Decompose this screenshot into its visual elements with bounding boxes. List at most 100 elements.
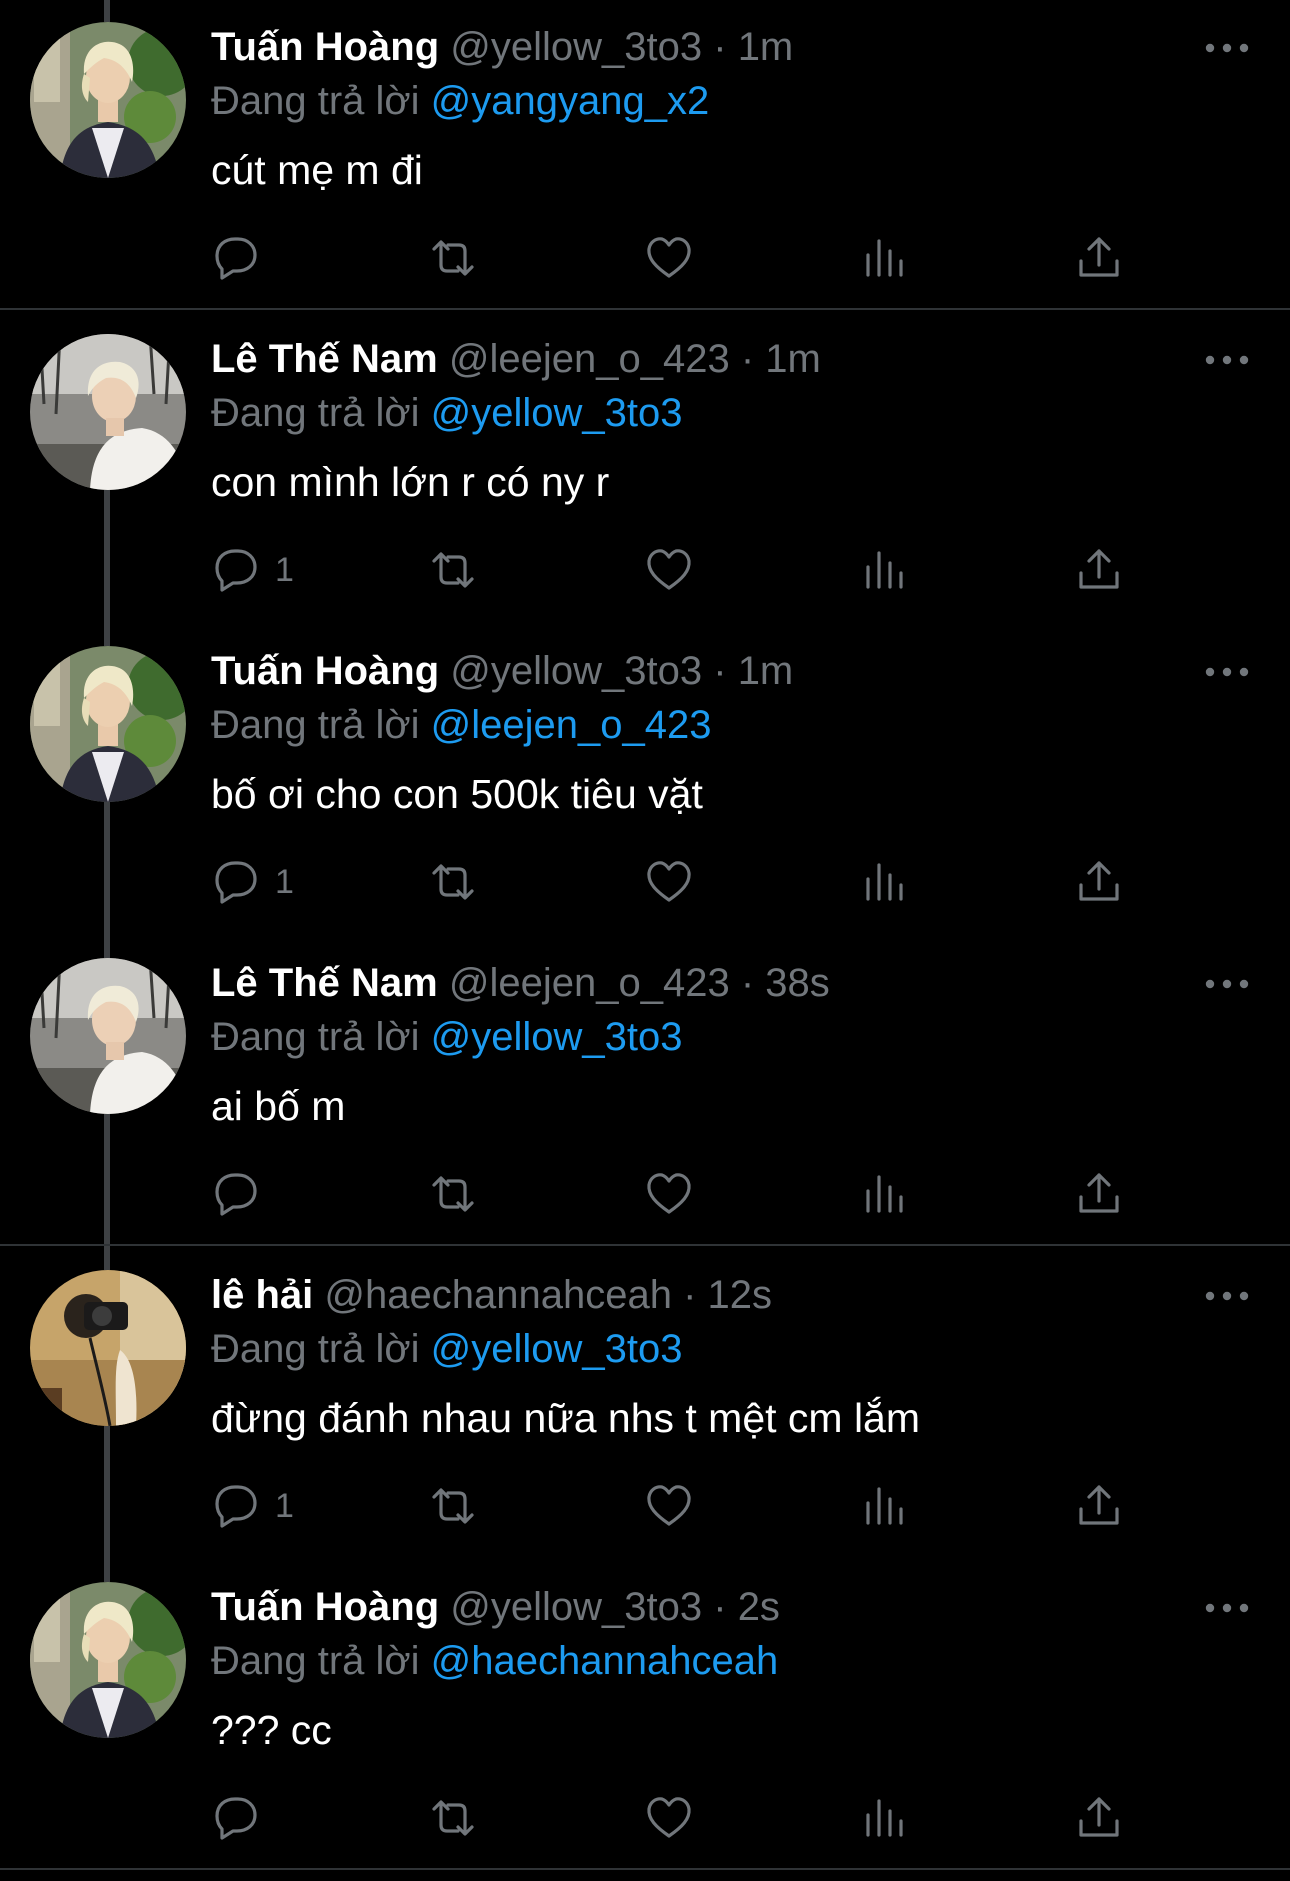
views-button[interactable] (858, 1164, 912, 1224)
display-name[interactable]: Tuấn Hoàng (211, 649, 439, 693)
more-options-button[interactable] (1200, 652, 1254, 692)
avatar[interactable] (30, 1582, 186, 1738)
separator-dot: · (713, 1585, 727, 1629)
share-button[interactable] (1072, 1164, 1126, 1224)
more-options-button[interactable] (1200, 1588, 1254, 1628)
tuan-hoang-avatar (30, 1582, 186, 1738)
reply-button[interactable]: 1 (209, 852, 294, 912)
reply-count: 1 (275, 1486, 294, 1525)
like-button[interactable] (642, 1164, 696, 1224)
more-horizontal-icon (1205, 1603, 1249, 1613)
views-button[interactable] (858, 228, 912, 288)
views-button[interactable] (858, 1788, 912, 1848)
tweet-header: Tuấn Hoàng @yellow_3to3 · 1m (211, 20, 793, 74)
like-button[interactable] (642, 540, 696, 600)
heart-icon (647, 1173, 691, 1214)
more-options-button[interactable] (1200, 340, 1254, 380)
retweet-icon (432, 1176, 474, 1212)
display-name[interactable]: Lê Thế Nam (211, 961, 438, 1005)
tweet-reply[interactable]: Tuấn Hoàng @yellow_3to3 · 1m Đang trả lời… (0, 0, 1290, 312)
replying-to: Đang trả lời @yangyang_x2 (211, 74, 709, 128)
avatar[interactable] (30, 958, 186, 1114)
heart-icon (647, 1485, 691, 1526)
tweet-text: ??? cc (211, 1707, 332, 1753)
tweet-reply[interactable]: lê hải @haechannahceah · 12s Đang trả lời… (0, 1248, 1290, 1560)
retweet-button[interactable] (426, 1164, 480, 1224)
share-button[interactable] (1072, 1788, 1126, 1848)
replying-to: Đang trả lời @yellow_3to3 (211, 386, 683, 440)
share-button[interactable] (1072, 540, 1126, 600)
user-handle[interactable]: @haechannahceah (324, 1273, 672, 1317)
replying-to-handle-link[interactable]: @yellow_3to3 (431, 1015, 683, 1059)
tweet-reply[interactable]: Tuấn Hoàng @yellow_3to3 · 2s Đang trả lời… (0, 1560, 1290, 1872)
tweet-text: cút mẹ m đi (211, 147, 423, 193)
tweet-reply[interactable]: Lê Thế Nam @leejen_o_423 · 38s Đang trả l… (0, 936, 1290, 1248)
reply-bubble-icon (215, 861, 257, 904)
tuan-hoang-avatar (30, 22, 186, 178)
user-handle[interactable]: @leejen_o_423 (449, 961, 730, 1005)
more-options-button[interactable] (1200, 964, 1254, 1004)
share-button[interactable] (1072, 228, 1126, 288)
reply-bubble-icon (215, 237, 257, 280)
retweet-button[interactable] (426, 1476, 480, 1536)
display-name[interactable]: lê hải (211, 1273, 313, 1317)
display-name[interactable]: Tuấn Hoàng (211, 1585, 439, 1629)
display-name[interactable]: Tuấn Hoàng (211, 25, 439, 69)
replying-to-label: Đang trả lời (211, 391, 420, 435)
tweet-timestamp[interactable]: 38s (765, 961, 830, 1005)
reply-button[interactable] (209, 228, 275, 288)
more-horizontal-icon (1205, 979, 1249, 989)
user-handle[interactable]: @yellow_3to3 (450, 1585, 702, 1629)
like-button[interactable] (642, 1476, 696, 1536)
reply-bubble-icon (215, 1173, 257, 1216)
share-upload-icon (1079, 861, 1119, 901)
reply-button[interactable]: 1 (209, 540, 294, 600)
avatar[interactable] (30, 22, 186, 178)
heart-icon (647, 861, 691, 902)
reply-button[interactable] (209, 1164, 275, 1224)
display-name[interactable]: Lê Thế Nam (211, 337, 438, 381)
like-button[interactable] (642, 228, 696, 288)
replying-to-label: Đang trả lời (211, 1327, 420, 1371)
more-options-button[interactable] (1200, 28, 1254, 68)
like-button[interactable] (642, 1788, 696, 1848)
tweet-timestamp[interactable]: 12s (708, 1273, 773, 1317)
reply-button[interactable]: 1 (209, 1476, 294, 1536)
separator-dot: · (683, 1273, 697, 1317)
more-options-button[interactable] (1200, 1276, 1254, 1316)
more-horizontal-icon (1205, 1291, 1249, 1301)
replying-to-handle-link[interactable]: @haechannahceah (431, 1639, 779, 1683)
retweet-button[interactable] (426, 1788, 480, 1848)
views-button[interactable] (858, 1476, 912, 1536)
user-handle[interactable]: @leejen_o_423 (449, 337, 730, 381)
replying-to-handle-link[interactable]: @yellow_3to3 (431, 391, 683, 435)
tweet-timestamp[interactable]: 1m (765, 337, 821, 381)
retweet-button[interactable] (426, 228, 480, 288)
like-button[interactable] (642, 852, 696, 912)
user-handle[interactable]: @yellow_3to3 (450, 25, 702, 69)
replying-to-handle-link[interactable]: @leejen_o_423 (431, 703, 712, 747)
replying-to-handle-link[interactable]: @yangyang_x2 (431, 79, 710, 123)
tweet-reply[interactable]: Tuấn Hoàng @yellow_3to3 · 1m Đang trả lời… (0, 624, 1290, 936)
conversation-divider (0, 1868, 1290, 1870)
tweet-header: lê hải @haechannahceah · 12s (211, 1268, 772, 1322)
replying-to-handle-link[interactable]: @yellow_3to3 (431, 1327, 683, 1371)
tweet-timestamp[interactable]: 2s (738, 1585, 780, 1629)
views-button[interactable] (858, 540, 912, 600)
avatar[interactable] (30, 646, 186, 802)
views-bar-chart-icon (866, 1175, 903, 1213)
avatar[interactable] (30, 334, 186, 490)
share-button[interactable] (1072, 852, 1126, 912)
retweet-button[interactable] (426, 540, 480, 600)
more-horizontal-icon (1205, 355, 1249, 365)
views-button[interactable] (858, 852, 912, 912)
user-handle[interactable]: @yellow_3to3 (450, 649, 702, 693)
reply-button[interactable] (209, 1788, 275, 1848)
retweet-button[interactable] (426, 852, 480, 912)
reply-bubble-icon (215, 549, 257, 592)
tweet-timestamp[interactable]: 1m (738, 649, 794, 693)
tweet-timestamp[interactable]: 1m (738, 25, 794, 69)
avatar[interactable] (30, 1270, 186, 1426)
tweet-reply[interactable]: Lê Thế Nam @leejen_o_423 · 1m Đang trả lờ… (0, 312, 1290, 624)
share-button[interactable] (1072, 1476, 1126, 1536)
